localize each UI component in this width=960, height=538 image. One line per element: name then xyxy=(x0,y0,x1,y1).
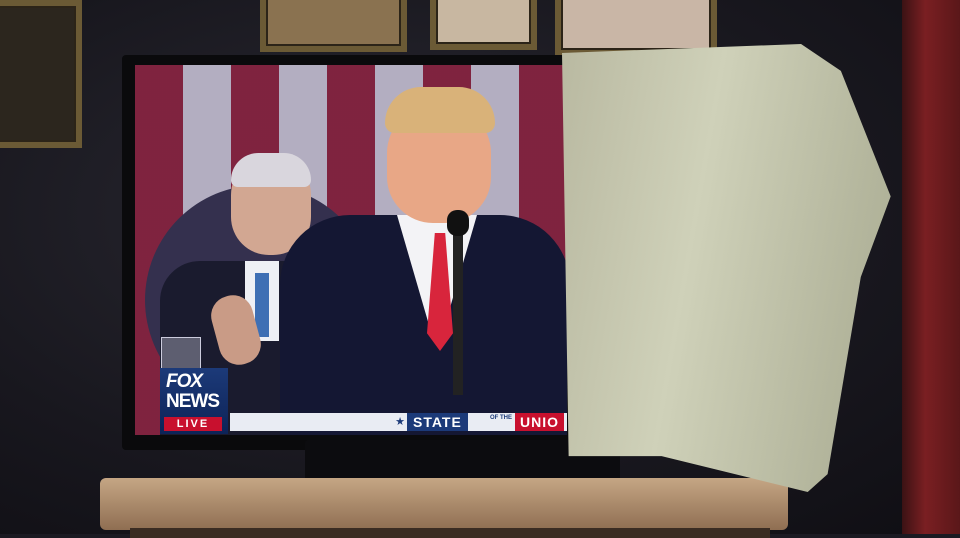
tv-screen: FOX NEWS LIVE ★ STATE OF THE UNIO xyxy=(135,65,567,435)
logo-text-fox: FOX xyxy=(166,371,203,392)
picture-frame-top-1 xyxy=(260,0,407,52)
microphone-head xyxy=(447,210,469,236)
wooden-shelf xyxy=(100,478,788,530)
live-badge: LIVE xyxy=(164,417,222,431)
microphone-stand xyxy=(453,215,463,395)
picture-frame-top-3 xyxy=(555,0,717,56)
ticker-union-text: UNIO xyxy=(515,413,564,431)
logo-text-news: NEWS xyxy=(166,391,220,412)
background-man-hair xyxy=(231,153,311,187)
shelf-shadow xyxy=(130,528,770,538)
ticker-state-text: STATE xyxy=(407,413,468,431)
picture-frame-top-2 xyxy=(430,0,537,50)
picture-frame-left xyxy=(0,0,82,148)
speaker-hair xyxy=(385,87,495,133)
red-wall-edge xyxy=(902,0,960,534)
network-logo: FOX NEWS LIVE xyxy=(160,368,228,434)
star-icon: ★ xyxy=(395,416,405,428)
ticker-of-the-text: OF THE xyxy=(490,415,512,421)
